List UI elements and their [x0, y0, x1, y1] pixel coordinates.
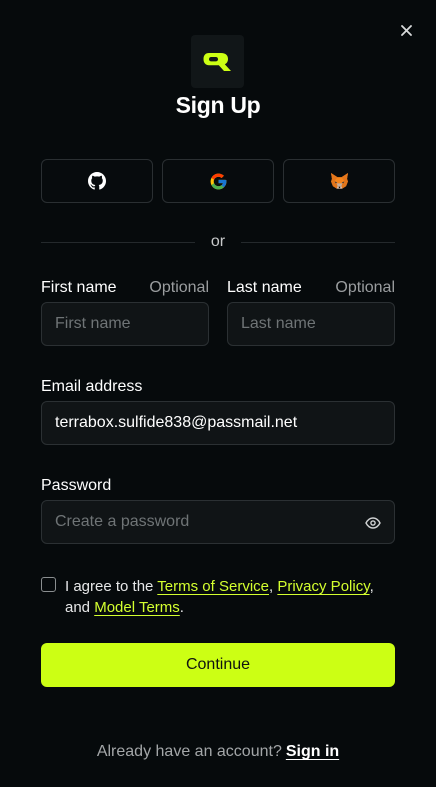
terms-suffix: .: [179, 599, 184, 616]
terms-checkbox[interactable]: [41, 577, 56, 592]
or-divider: or: [41, 232, 396, 252]
email-label-row: Email address: [41, 378, 395, 396]
model-terms-link[interactable]: Model Terms: [94, 599, 180, 616]
github-icon: [88, 172, 106, 190]
social-login-row: [41, 159, 395, 203]
footer: Already have an account? Sign in: [0, 743, 436, 761]
brand-logo-icon: [203, 52, 231, 71]
close-icon: [400, 24, 412, 36]
toggle-password-visibility-button[interactable]: [364, 514, 382, 532]
continue-button[interactable]: Continue: [41, 643, 395, 687]
terms-prefix: I agree to the: [65, 578, 158, 595]
divider-line-right: [241, 241, 396, 243]
google-login-button[interactable]: [162, 159, 274, 203]
sign-in-link[interactable]: Sign in: [286, 743, 339, 760]
first-name-optional: Optional: [149, 279, 209, 296]
eye-icon: [365, 517, 381, 529]
password-input[interactable]: [41, 500, 395, 544]
password-label-row: Password: [41, 477, 395, 495]
terms-of-service-link[interactable]: Terms of Service: [157, 578, 269, 595]
divider-text: or: [210, 233, 226, 250]
last-name-optional: Optional: [335, 279, 395, 296]
divider-line-left: [41, 241, 195, 243]
page-title: Sign Up: [175, 92, 261, 118]
footer-prompt: Already have an account?: [96, 743, 282, 760]
last-name-label-row: Last name Optional: [227, 279, 395, 297]
privacy-policy-link[interactable]: Privacy Policy: [277, 578, 369, 595]
signup-modal: Sign Up or First name Optional First nam…: [0, 0, 436, 787]
email-label: Email address: [41, 378, 143, 395]
first-name-input[interactable]: [41, 302, 209, 346]
google-icon: [210, 173, 226, 189]
first-name-label-row: First name Optional: [41, 279, 209, 297]
metamask-fox-icon: [330, 172, 348, 189]
first-name-label: First name: [41, 279, 117, 296]
password-label: Password: [41, 477, 112, 494]
close-button[interactable]: [398, 22, 414, 38]
email-input[interactable]: [41, 401, 395, 445]
last-name-label: Last name: [227, 279, 302, 296]
terms-text: I agree to the Terms of Service, Privacy…: [65, 576, 385, 618]
brand-logo: [191, 35, 244, 88]
github-login-button[interactable]: [41, 159, 153, 203]
metamask-login-button[interactable]: [283, 159, 395, 203]
last-name-input[interactable]: [227, 302, 395, 346]
